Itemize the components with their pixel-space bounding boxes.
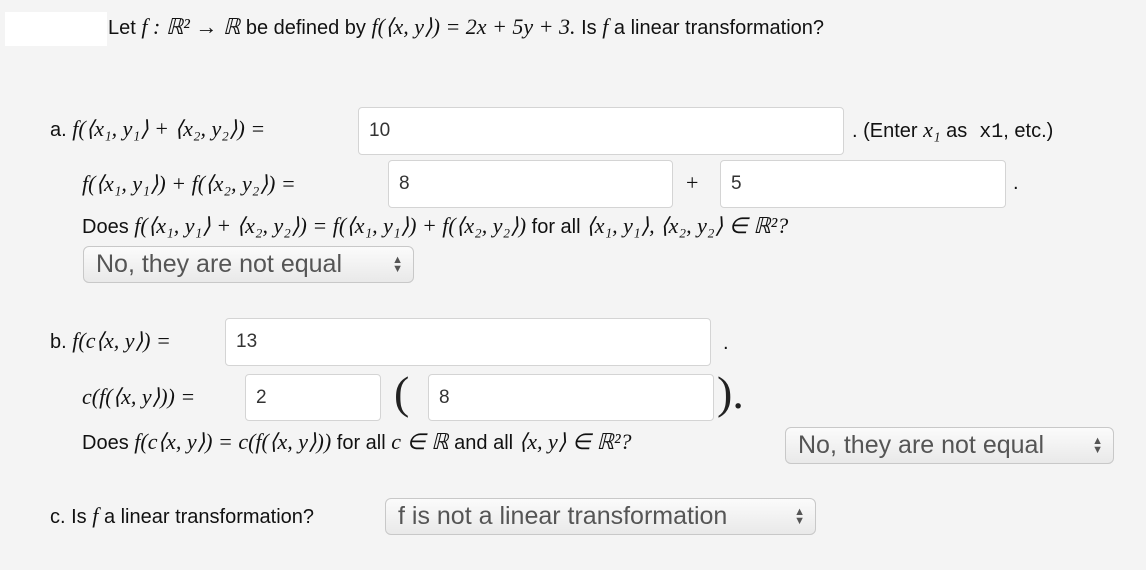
part-b-line1: b. f(c⟨x, y⟩) = xyxy=(50,328,171,354)
text: Is xyxy=(581,17,597,39)
math: f xyxy=(92,503,99,528)
plus-sign: + xyxy=(686,170,699,195)
math: x₁ xyxy=(923,117,941,142)
math: ⟨x₁, y₁⟩, ⟨x₂, y₂⟩ ∈ ℝ²? xyxy=(586,213,789,238)
select-arrows-icon: ▲ ▼ xyxy=(794,505,805,527)
part-b-question: Does f(c⟨x, y⟩) = c(f(⟨x, y⟩)) for all c… xyxy=(82,429,632,455)
math: c ∈ ℝ xyxy=(391,429,449,454)
input-value: 13 xyxy=(236,331,258,352)
open-paren: ( xyxy=(394,367,410,418)
math: f : ℝ² → ℝ xyxy=(141,14,241,39)
part-label: c. xyxy=(50,506,66,528)
math: f(c⟨x, y⟩) = c(f(⟨x, y⟩)) xyxy=(134,429,332,454)
math: f xyxy=(602,14,609,39)
period: . xyxy=(1013,172,1019,194)
math: f(⟨x, y⟩) = 2x + 5y + 3. xyxy=(371,14,576,39)
math: f(⟨x₁, y₁⟩ + ⟨x₂, y₂⟩) = xyxy=(72,116,266,141)
answer-input-b1[interactable]: 13 xyxy=(225,318,711,366)
text: and all xyxy=(454,432,514,454)
input-value: 8 xyxy=(399,173,410,194)
text: for all xyxy=(531,216,581,238)
select-value: f is not a linear transformation xyxy=(398,502,728,530)
text: Let xyxy=(108,17,136,39)
input-value: 5 xyxy=(731,173,742,194)
input-value: 10 xyxy=(369,120,391,141)
input-value: 2 xyxy=(256,386,267,408)
equality-select-b[interactable]: No, they are not equal ▲ ▼ xyxy=(785,427,1114,464)
text: for all xyxy=(336,432,386,454)
math: c(f(⟨x, y⟩)) = xyxy=(82,384,196,409)
answer-input-a3[interactable]: 5 xyxy=(720,160,1006,208)
math: ⟨x, y⟩ ∈ ℝ²? xyxy=(518,429,632,454)
answer-input-b3[interactable]: 8 xyxy=(428,374,714,421)
math: f(⟨x₁, y₁⟩) + f(⟨x₂, y₂⟩) = xyxy=(82,171,296,196)
code: x1 xyxy=(979,121,1004,144)
math: f(c⟨x, y⟩) = xyxy=(72,328,171,353)
text: Does xyxy=(82,216,129,238)
part-c-question: c. Is f a linear transformation? xyxy=(50,503,314,529)
answer-input-a2[interactable]: 8 xyxy=(388,160,673,208)
select-value: No, they are not equal xyxy=(798,431,1044,459)
text: . (Enter xyxy=(852,120,918,142)
entry-hint: . (Enter x₁ as x1, etc.) xyxy=(852,117,1053,144)
part-label: b. xyxy=(50,331,67,353)
text: be defined by xyxy=(245,17,366,39)
answer-input-b2[interactable]: 2 xyxy=(245,374,381,421)
equality-select-a[interactable]: No, they are not equal ▲ ▼ xyxy=(83,246,414,283)
part-label: a. xyxy=(50,119,67,141)
select-arrows-icon: ▲ ▼ xyxy=(1092,434,1103,456)
select-value: No, they are not equal xyxy=(96,250,342,278)
answer-input-a1[interactable]: 10 xyxy=(358,107,844,155)
text: Does xyxy=(82,432,129,454)
part-a-line1: a. f(⟨x₁, y₁⟩ + ⟨x₂, y₂⟩) = xyxy=(50,116,265,142)
part-a-question: Does f(⟨x₁, y₁⟩ + ⟨x₂, y₂⟩) = f(⟨x₁, y₁⟩… xyxy=(82,213,788,239)
text: , etc.) xyxy=(1003,120,1054,142)
text: a linear transformation? xyxy=(613,17,825,39)
linearity-select-c[interactable]: f is not a linear transformation ▲ ▼ xyxy=(385,498,816,535)
text: a linear transformation? xyxy=(103,506,315,528)
close-paren: ). xyxy=(717,367,744,418)
text: Is xyxy=(71,506,87,528)
blank-box xyxy=(5,12,107,46)
text: as xyxy=(946,120,968,142)
input-value: 8 xyxy=(439,386,450,408)
question-text: Let f : ℝ² → ℝ be defined by f(⟨x, y⟩) =… xyxy=(108,14,824,40)
select-arrows-icon: ▲ ▼ xyxy=(392,253,403,275)
period: . xyxy=(723,332,729,354)
math: f(⟨x₁, y₁⟩ + ⟨x₂, y₂⟩) = f(⟨x₁, y₁⟩) + f… xyxy=(134,213,527,238)
